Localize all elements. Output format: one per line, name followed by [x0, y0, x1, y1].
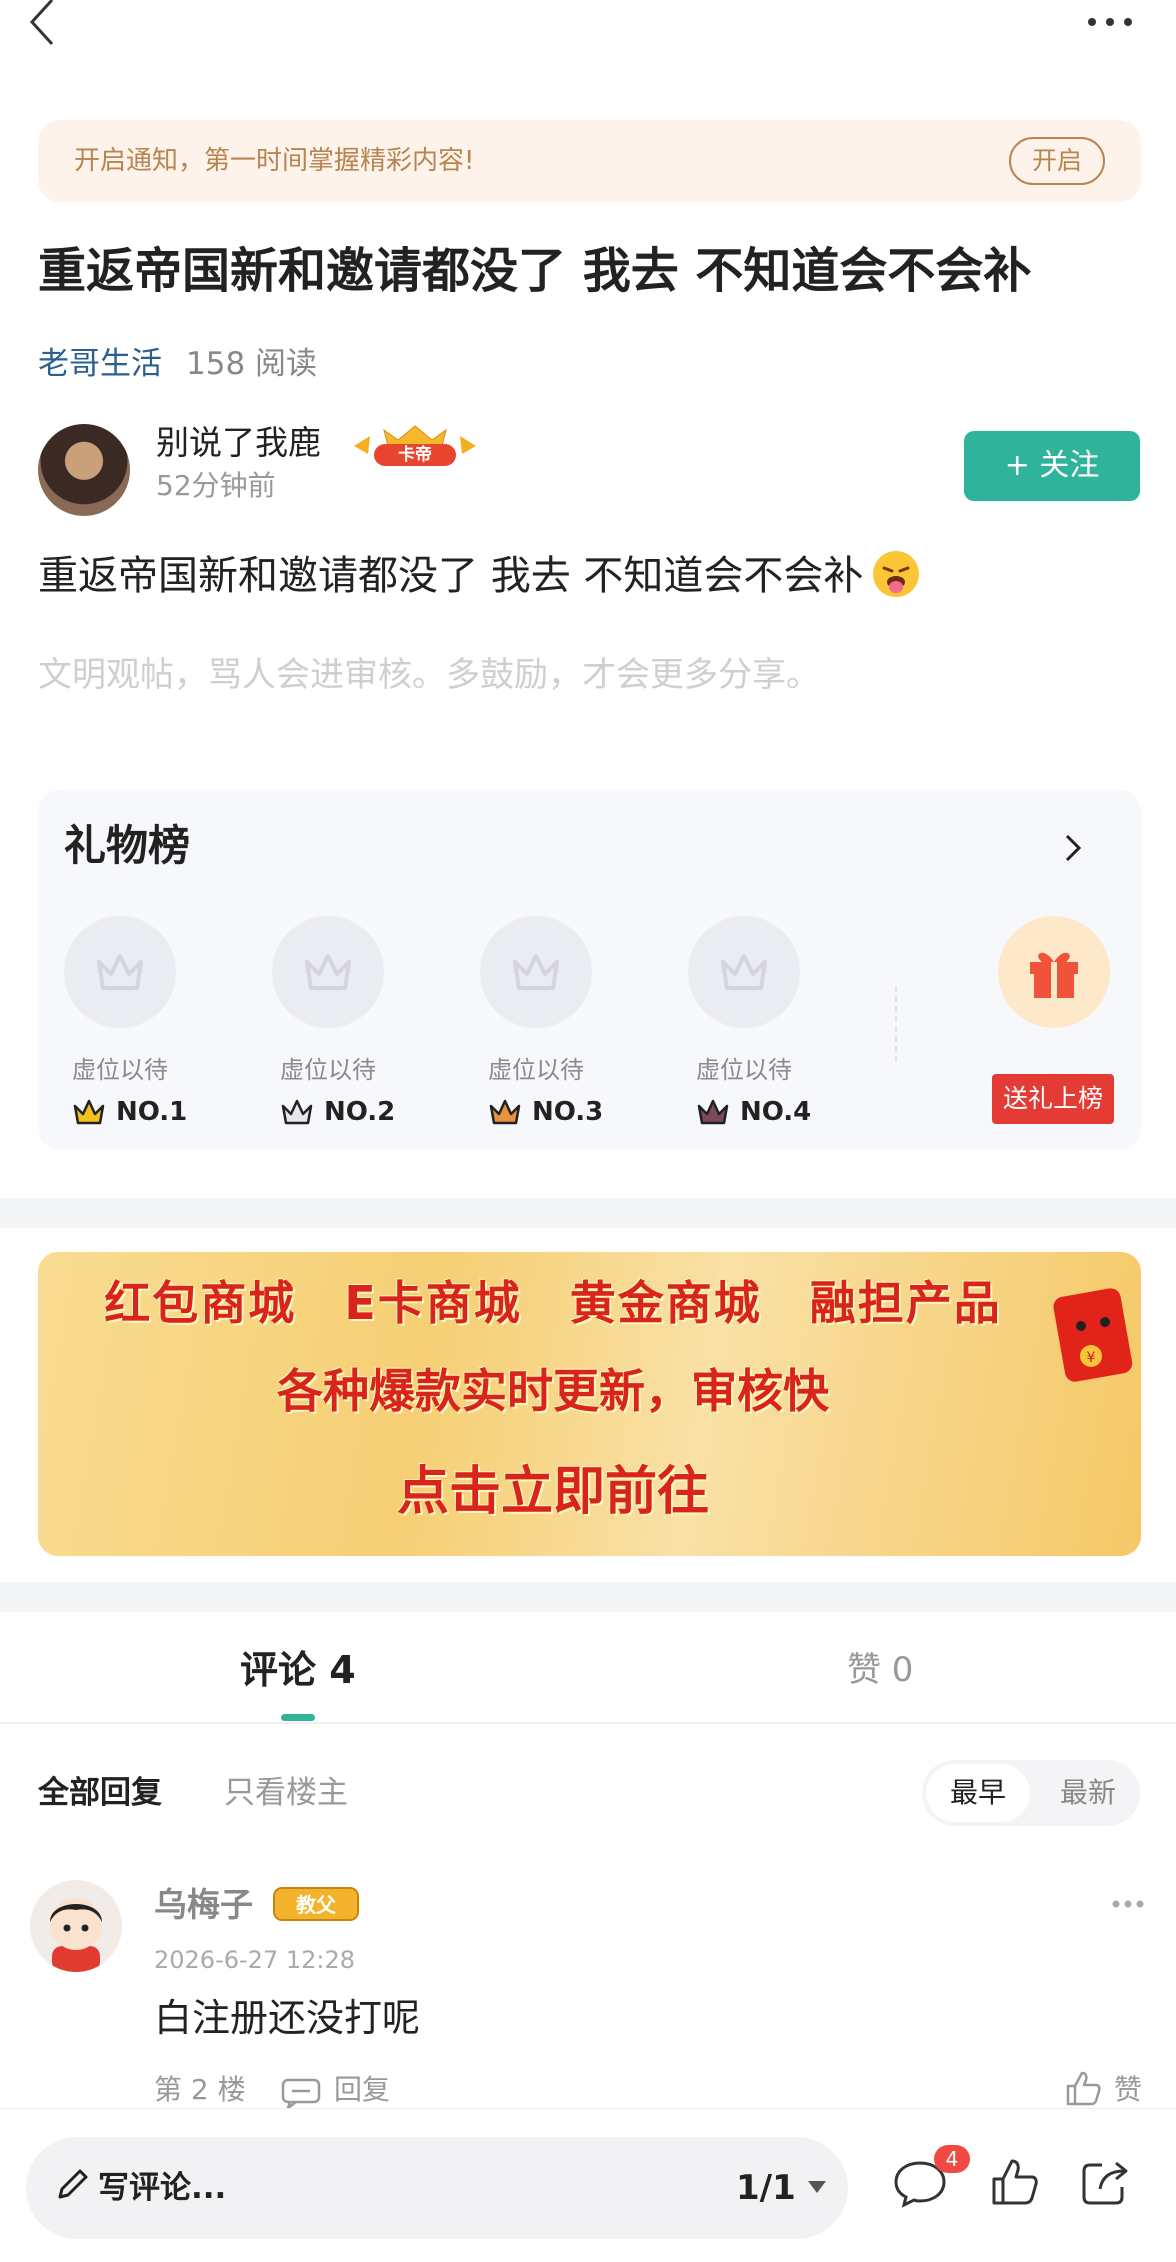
gift-slot-4[interactable]: 虚位以待 NO.4 — [688, 916, 811, 1127]
silver-crown-icon — [281, 1099, 313, 1125]
reply-button[interactable]: 回复 — [334, 2070, 390, 2110]
tongue-face-emoji-icon — [873, 551, 920, 597]
plus-icon: + — [1004, 448, 1040, 483]
slot-rank: NO.2 — [280, 1094, 410, 1130]
tab-comments[interactable]: 评论 4 — [240, 1640, 356, 1700]
slot-rank: NO.1 — [72, 1094, 202, 1130]
slot-placeholder: 虚位以待 — [280, 1056, 376, 1084]
commenter-name[interactable]: 乌梅子 — [154, 1882, 253, 1928]
dark-crown-icon — [697, 1099, 729, 1125]
share-icon[interactable] — [1080, 2157, 1130, 2207]
gift-board: 礼物榜 虚位以待 NO.1 虚位以待 NO.2 虚位以待 NO.3 虚位以待 N… — [38, 790, 1141, 1150]
chevron-right-icon[interactable] — [1059, 830, 1087, 866]
crown-placeholder-icon — [272, 916, 384, 1028]
ad-line-2: 各种爆款实时更新，审核快 — [277, 1364, 829, 1418]
thumbs-up-icon[interactable] — [1064, 2070, 1102, 2108]
ad-line-3: 点击立即前往 — [396, 1462, 709, 1522]
follow-label: 关注 — [1039, 448, 1100, 483]
comment-time: 2026-6-27 12:28 — [154, 1946, 355, 1974]
slot-placeholder: 虚位以待 — [696, 1056, 792, 1084]
gift-divider — [895, 986, 897, 1062]
notification-text: 开启通知，第一时间掌握精彩内容! — [74, 146, 475, 176]
bottom-bar: 写评论... 1/1 4 — [0, 2108, 1176, 2262]
svg-text:¥: ¥ — [1087, 1350, 1096, 1366]
read-count: 158 阅读 — [186, 346, 318, 382]
like-label[interactable]: 赞 — [1114, 2070, 1142, 2110]
send-gift-button[interactable]: 送礼上榜 — [992, 1074, 1114, 1124]
red-envelope-mascot-icon: ¥ — [1053, 1288, 1133, 1382]
author-level-badge: 卡帝 — [354, 425, 476, 466]
section-separator — [0, 1198, 1176, 1228]
crown-placeholder-icon — [688, 916, 800, 1028]
commenter-badge: 教父 — [273, 1887, 359, 1921]
caret-down-icon[interactable] — [806, 2179, 828, 2195]
section-separator — [0, 1582, 1176, 1612]
ad-banner[interactable]: 红包商城 E卡商城 黄金商城 融担产品 各种爆款实时更新，审核快 点击立即前往 … — [38, 1252, 1141, 1556]
enable-notification-button[interactable]: 开启 — [1009, 137, 1105, 185]
sort-toggle: 最早 最新 — [922, 1760, 1140, 1826]
gift-slot-3[interactable]: 虚位以待 NO.3 — [480, 916, 603, 1127]
post-title: 重返帝国新和邀请都没了 我去 不知道会不会补 — [38, 243, 1032, 299]
back-icon[interactable] — [18, 0, 68, 50]
slot-placeholder: 虚位以待 — [488, 1056, 584, 1084]
follow-button[interactable]: + 关注 — [964, 431, 1140, 501]
filter-op-only[interactable]: 只看楼主 — [224, 1770, 348, 1816]
sort-earliest[interactable]: 最早 — [926, 1764, 1030, 1822]
gift-board-title: 礼物榜 — [64, 821, 191, 870]
post-body-text: 重返帝国新和邀请都没了 我去 不知道会不会补 — [38, 553, 864, 599]
tab-likes[interactable]: 赞 0 — [847, 1640, 913, 1700]
comment-more-icon[interactable] — [1110, 1898, 1146, 1910]
gift-slot-2[interactable]: 虚位以待 NO.2 — [272, 916, 395, 1127]
commenter-avatar[interactable] — [30, 1880, 122, 1972]
badge-label: 教父 — [296, 1893, 337, 1917]
post-meta: 老哥生活 158 阅读 — [38, 340, 317, 388]
notification-banner: 开启通知，第一时间掌握精彩内容! 开启 — [38, 120, 1141, 202]
gift-slot-1[interactable]: 虚位以待 NO.1 — [64, 916, 187, 1127]
more-icon[interactable] — [1080, 10, 1140, 34]
pencil-icon — [58, 2169, 88, 2199]
slot-rank: NO.4 — [696, 1094, 826, 1130]
active-tab-indicator — [281, 1714, 315, 1721]
sort-newest[interactable]: 最新 — [1040, 1764, 1136, 1822]
civility-hint: 文明观帖，骂人会进审核。多鼓励，才会更多分享。 — [38, 655, 820, 695]
slot-rank: NO.3 — [488, 1094, 618, 1130]
bronze-crown-icon — [489, 1099, 521, 1125]
slot-placeholder: 虚位以待 — [72, 1056, 168, 1084]
post-time: 52分钟前 — [156, 469, 276, 502]
like-icon[interactable] — [990, 2157, 1038, 2207]
write-comment-input[interactable]: 写评论... 1/1 — [26, 2137, 848, 2239]
comment-text: 白注册还没打呢 — [154, 1996, 421, 2040]
ad-line-1: 红包商城 E卡商城 黄金商城 融担产品 — [104, 1276, 1002, 1330]
tab-divider — [0, 1722, 1176, 1724]
filter-all-replies[interactable]: 全部回复 — [38, 1770, 162, 1816]
page-indicator[interactable]: 1/1 — [736, 2137, 796, 2239]
gift-box-icon[interactable] — [998, 916, 1110, 1028]
reply-icon[interactable] — [280, 2077, 322, 2109]
post-body: 重返帝国新和邀请都没了 我去 不知道会不会补 — [38, 546, 921, 606]
write-comment-label: 写评论... — [98, 2170, 227, 2206]
author-name[interactable]: 别说了我鹿 — [156, 420, 321, 466]
comment-count-badge: 4 — [934, 2145, 970, 2173]
crown-placeholder-icon — [64, 916, 176, 1028]
badge-label: 卡帝 — [398, 444, 432, 465]
forum-link[interactable]: 老哥生活 — [38, 346, 162, 382]
author-avatar[interactable] — [38, 424, 130, 516]
gold-crown-icon — [73, 1099, 105, 1125]
crown-placeholder-icon — [480, 916, 592, 1028]
comment-floor: 第 2 楼 — [154, 2073, 246, 2106]
